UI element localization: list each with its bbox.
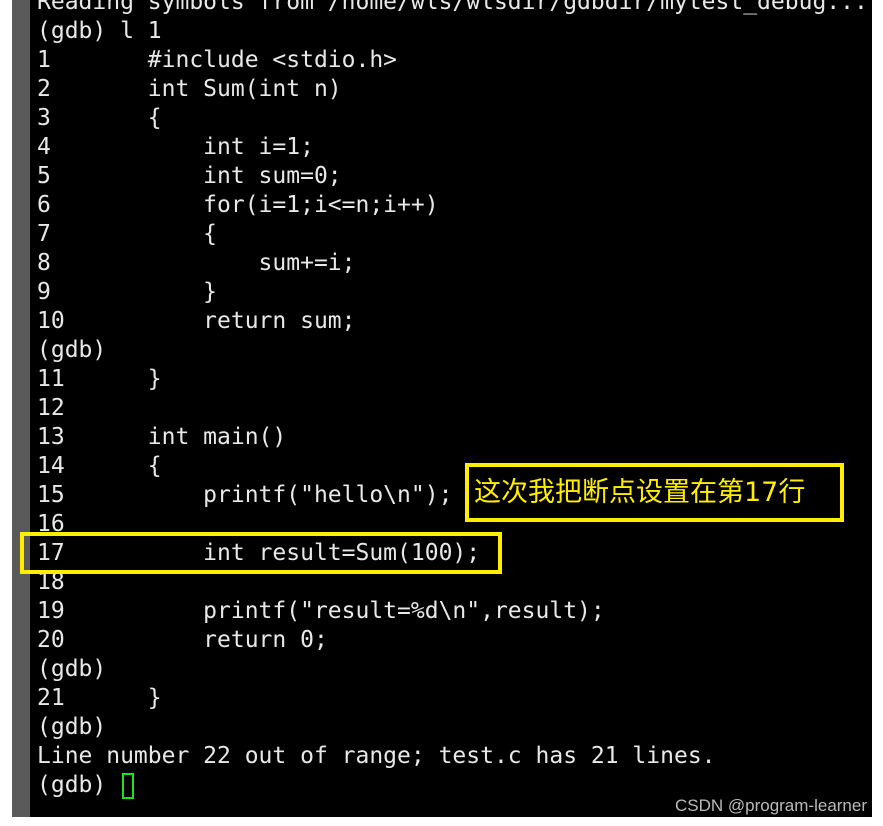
terminal-line: 2 int Sum(int n) xyxy=(37,76,342,102)
terminal-line: (gdb) l 1 xyxy=(37,18,162,44)
terminal-line: 7 { xyxy=(37,221,218,247)
terminal-line: 4 int i=1; xyxy=(37,134,314,160)
terminal-line: 11 } xyxy=(37,366,162,392)
window-left-edge xyxy=(12,0,30,817)
terminal-line: 13 int main() xyxy=(37,424,287,450)
terminal-line: 6 for(i=1;i<=n;i++) xyxy=(37,192,439,218)
cursor xyxy=(122,772,135,799)
terminal[interactable]: Reading symbols from /home/wls/wlsdir/gd… xyxy=(30,0,872,817)
terminal-line: (gdb) xyxy=(37,714,107,740)
terminal-line: (gdb) xyxy=(37,337,107,363)
terminal-line: 10 return sum; xyxy=(37,308,356,334)
terminal-line: 1 #include <stdio.h> xyxy=(37,47,398,73)
terminal-line: 20 return 0; xyxy=(37,627,328,653)
terminal-line: 9 } xyxy=(37,279,218,305)
watermark: CSDN @program-learner xyxy=(674,796,867,815)
highlight-line-17 xyxy=(20,532,502,574)
terminal-line: 5 int sum=0; xyxy=(37,163,342,189)
terminal-line: 12 xyxy=(37,395,65,421)
terminal-line: 8 sum+=i; xyxy=(37,250,356,276)
terminal-line: Reading symbols from /home/wls/wlsdir/gd… xyxy=(37,0,868,15)
terminal-line: 21 } xyxy=(37,685,162,711)
terminal-line: 3 { xyxy=(37,105,162,131)
terminal-line: 19 printf("result=%d\n",result); xyxy=(37,598,605,624)
terminal-output: Reading symbols from /home/wls/wlsdir/gd… xyxy=(37,0,868,800)
terminal-line: Line number 22 out of range; test.c has … xyxy=(37,743,716,769)
prompt: (gdb) xyxy=(37,772,121,798)
terminal-line: (gdb) xyxy=(37,656,107,682)
annotation-note: 这次我把断点设置在第17行 xyxy=(465,463,844,522)
